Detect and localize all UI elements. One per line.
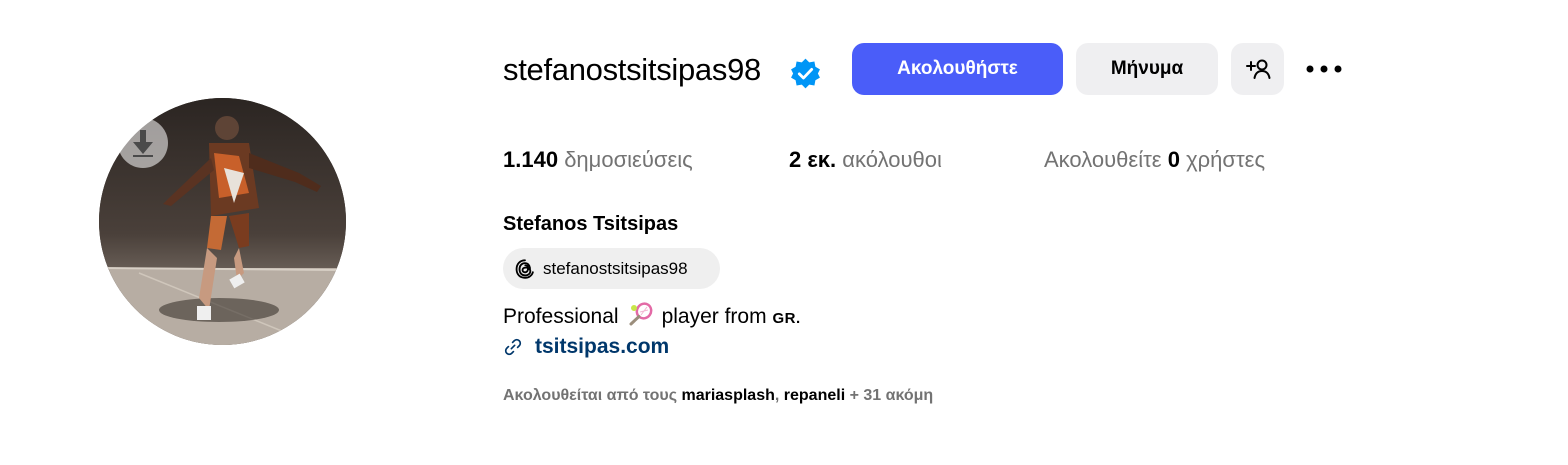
followed-by-separator: , bbox=[774, 387, 780, 404]
download-icon[interactable] bbox=[118, 118, 168, 168]
suggest-users-button[interactable] bbox=[1231, 43, 1284, 95]
following-label: χρήστες bbox=[1186, 147, 1266, 172]
followed-by-prefix: Ακολουθείται από τους bbox=[503, 387, 678, 404]
following-stat[interactable]: Ακολουθείτε 0 χρήστες bbox=[1044, 145, 1265, 175]
profile-full-name: Stefanos Tsitsipas bbox=[503, 213, 679, 235]
following-prefix: Ακολουθείτε bbox=[1044, 147, 1162, 172]
external-link-text[interactable]: tsitsipas.com bbox=[535, 335, 669, 359]
following-count: 0 bbox=[1167, 147, 1180, 172]
followed-by-user-2[interactable]: repaneli bbox=[784, 387, 845, 404]
verified-badge-icon bbox=[789, 57, 822, 90]
followed-by-suffix: + 31 ακόμη bbox=[849, 387, 934, 404]
posts-label: δημοσιεύσεις bbox=[564, 147, 693, 172]
posts-count: 1.140 bbox=[503, 147, 559, 172]
bio-country: GR. bbox=[772, 310, 801, 327]
bio-text: Professional player from GR. bbox=[503, 302, 801, 333]
message-button[interactable]: Μήνυμα bbox=[1076, 43, 1218, 95]
followers-label: ακόλουθοι bbox=[842, 147, 942, 172]
more-options-icon[interactable] bbox=[1304, 55, 1344, 83]
add-person-icon bbox=[1245, 59, 1270, 79]
followers-stat[interactable]: 2 εκ. ακόλουθοι bbox=[789, 145, 942, 175]
threads-link[interactable]: stefanostsitsipas98 bbox=[503, 248, 720, 289]
posts-stat: 1.140 δημοσιεύσεις bbox=[503, 145, 693, 175]
follow-button[interactable]: Ακολουθήστε bbox=[852, 43, 1063, 95]
tennis-racket-icon bbox=[629, 302, 652, 326]
followed-by[interactable]: Ακολουθείται από τους mariasplash, repan… bbox=[503, 385, 933, 407]
threads-handle: stefanostsitsipas98 bbox=[543, 258, 688, 278]
threads-icon bbox=[515, 258, 534, 279]
external-link[interactable]: tsitsipas.com bbox=[503, 332, 669, 362]
bio-text-after: player from bbox=[661, 305, 767, 328]
bio-text-before: Professional bbox=[503, 305, 619, 328]
followed-by-user-1[interactable]: mariasplash bbox=[681, 387, 774, 404]
followers-count: 2 εκ. bbox=[789, 147, 837, 172]
profile-username: stefanostsitsipas98 bbox=[503, 52, 761, 87]
link-icon bbox=[504, 338, 522, 356]
